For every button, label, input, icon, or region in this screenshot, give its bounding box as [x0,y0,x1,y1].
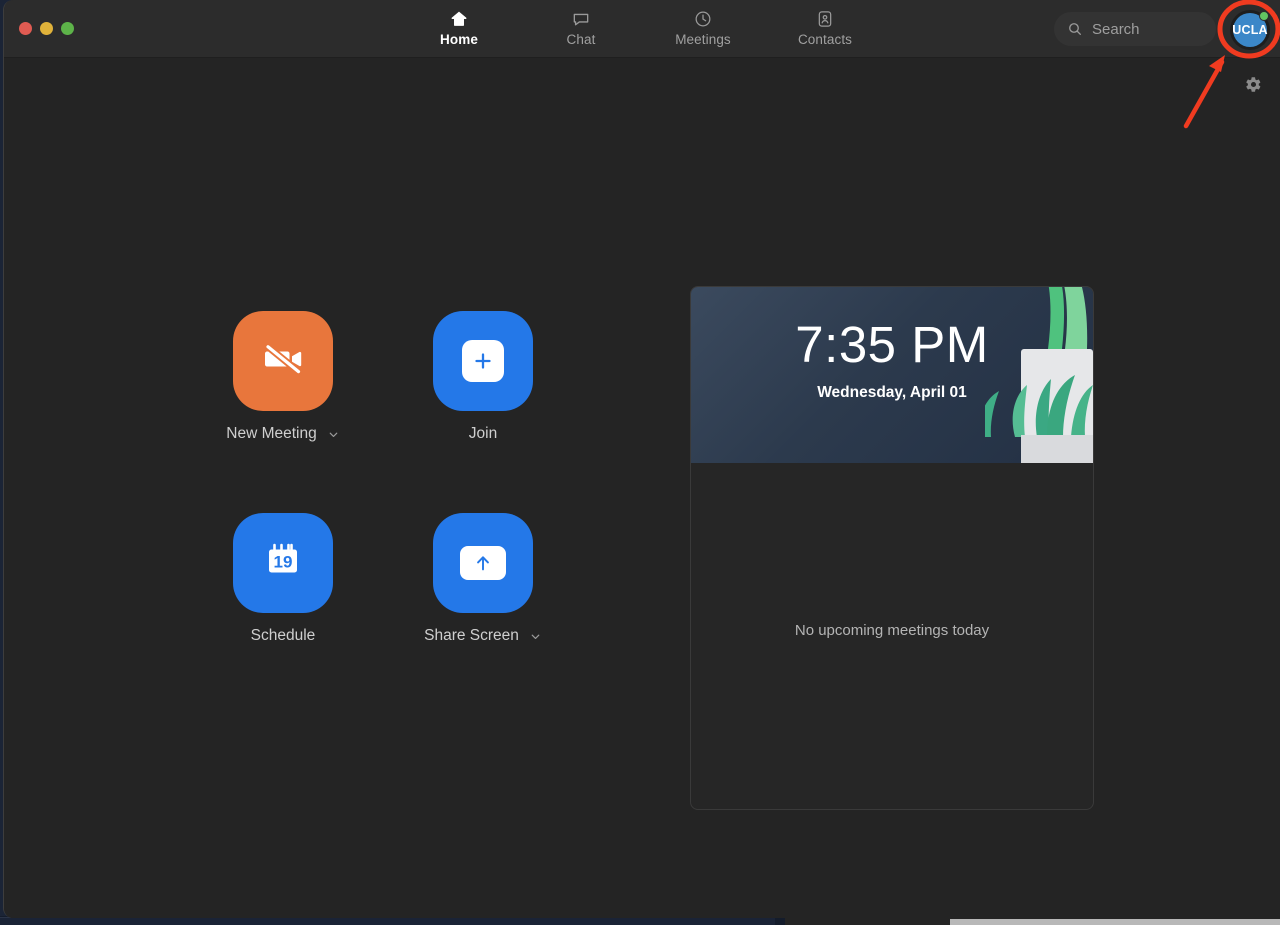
background-window-light [950,919,1280,925]
background-window-left [0,917,775,925]
share-screen-label: Share Screen [424,627,519,644]
account-avatar[interactable]: UCLA [1230,10,1270,50]
tab-chat[interactable]: Chat [538,5,624,47]
schedule-button[interactable]: 19 Schedule [194,513,372,715]
plant-illustration [978,287,1093,463]
new-meeting-label: New Meeting [226,425,317,442]
join-button[interactable]: Join [394,311,572,513]
tab-home[interactable]: Home [416,5,502,47]
meetings-list: No upcoming meetings today [691,463,1093,809]
share-screen-up-arrow-icon [460,546,506,580]
share-screen-button[interactable]: Share Screen [394,513,572,715]
schedule-tile: 19 [233,513,333,613]
chevron-down-icon[interactable] [327,428,340,441]
tab-home-label: Home [440,32,478,47]
new-meeting-button[interactable]: New Meeting [194,311,372,513]
gear-icon [1245,76,1262,98]
app-titlebar: Home Chat Meetings Contacts Search UCLA [4,0,1280,58]
tab-meetings-label: Meetings [675,32,731,47]
svg-text:19: 19 [274,552,293,571]
tab-meetings[interactable]: Meetings [660,5,746,47]
new-meeting-tile [233,311,333,411]
schedule-label-row: Schedule [251,627,316,645]
clock-icon [693,8,713,30]
plus-icon [462,340,504,382]
zoom-app-window: Home Chat Meetings Contacts Search UCLA … [3,0,1280,918]
status-badge [1259,11,1269,21]
upcoming-meetings-panel: 7:35 PM Wednesday, April 01 No upcoming … [690,286,1094,810]
schedule-label: Schedule [250,627,316,644]
share-screen-tile [433,513,533,613]
empty-state-message: No upcoming meetings today [794,622,990,639]
clock-banner: 7:35 PM Wednesday, April 01 [691,287,1093,463]
join-tile [433,311,533,411]
settings-gear-button[interactable] [1241,75,1265,99]
join-label: Join [468,425,498,442]
home-content: New Meeting Join 19 Schedule Share Scree… [4,58,1280,918]
join-label-row: Join [469,425,497,443]
search-input[interactable]: Search [1054,12,1216,46]
search-icon [1067,21,1083,37]
quick-actions-grid: New Meeting Join 19 Schedule Share Scree… [194,311,574,715]
tab-contacts-label: Contacts [797,32,853,47]
tab-chat-label: Chat [566,32,596,47]
search-placeholder-text: Search [1092,20,1140,38]
screen: Home Chat Meetings Contacts Search UCLA … [0,0,1280,925]
chevron-down-icon[interactable] [529,630,542,643]
contact-card-icon [815,8,835,30]
home-icon [449,8,469,30]
tab-contacts[interactable]: Contacts [782,5,868,47]
share-screen-label-row: Share Screen [424,627,542,645]
calendar-19-icon: 19 [253,531,313,596]
video-camera-off-icon [255,331,311,392]
chat-bubble-icon [571,8,591,30]
new-meeting-label-row: New Meeting [226,425,339,443]
